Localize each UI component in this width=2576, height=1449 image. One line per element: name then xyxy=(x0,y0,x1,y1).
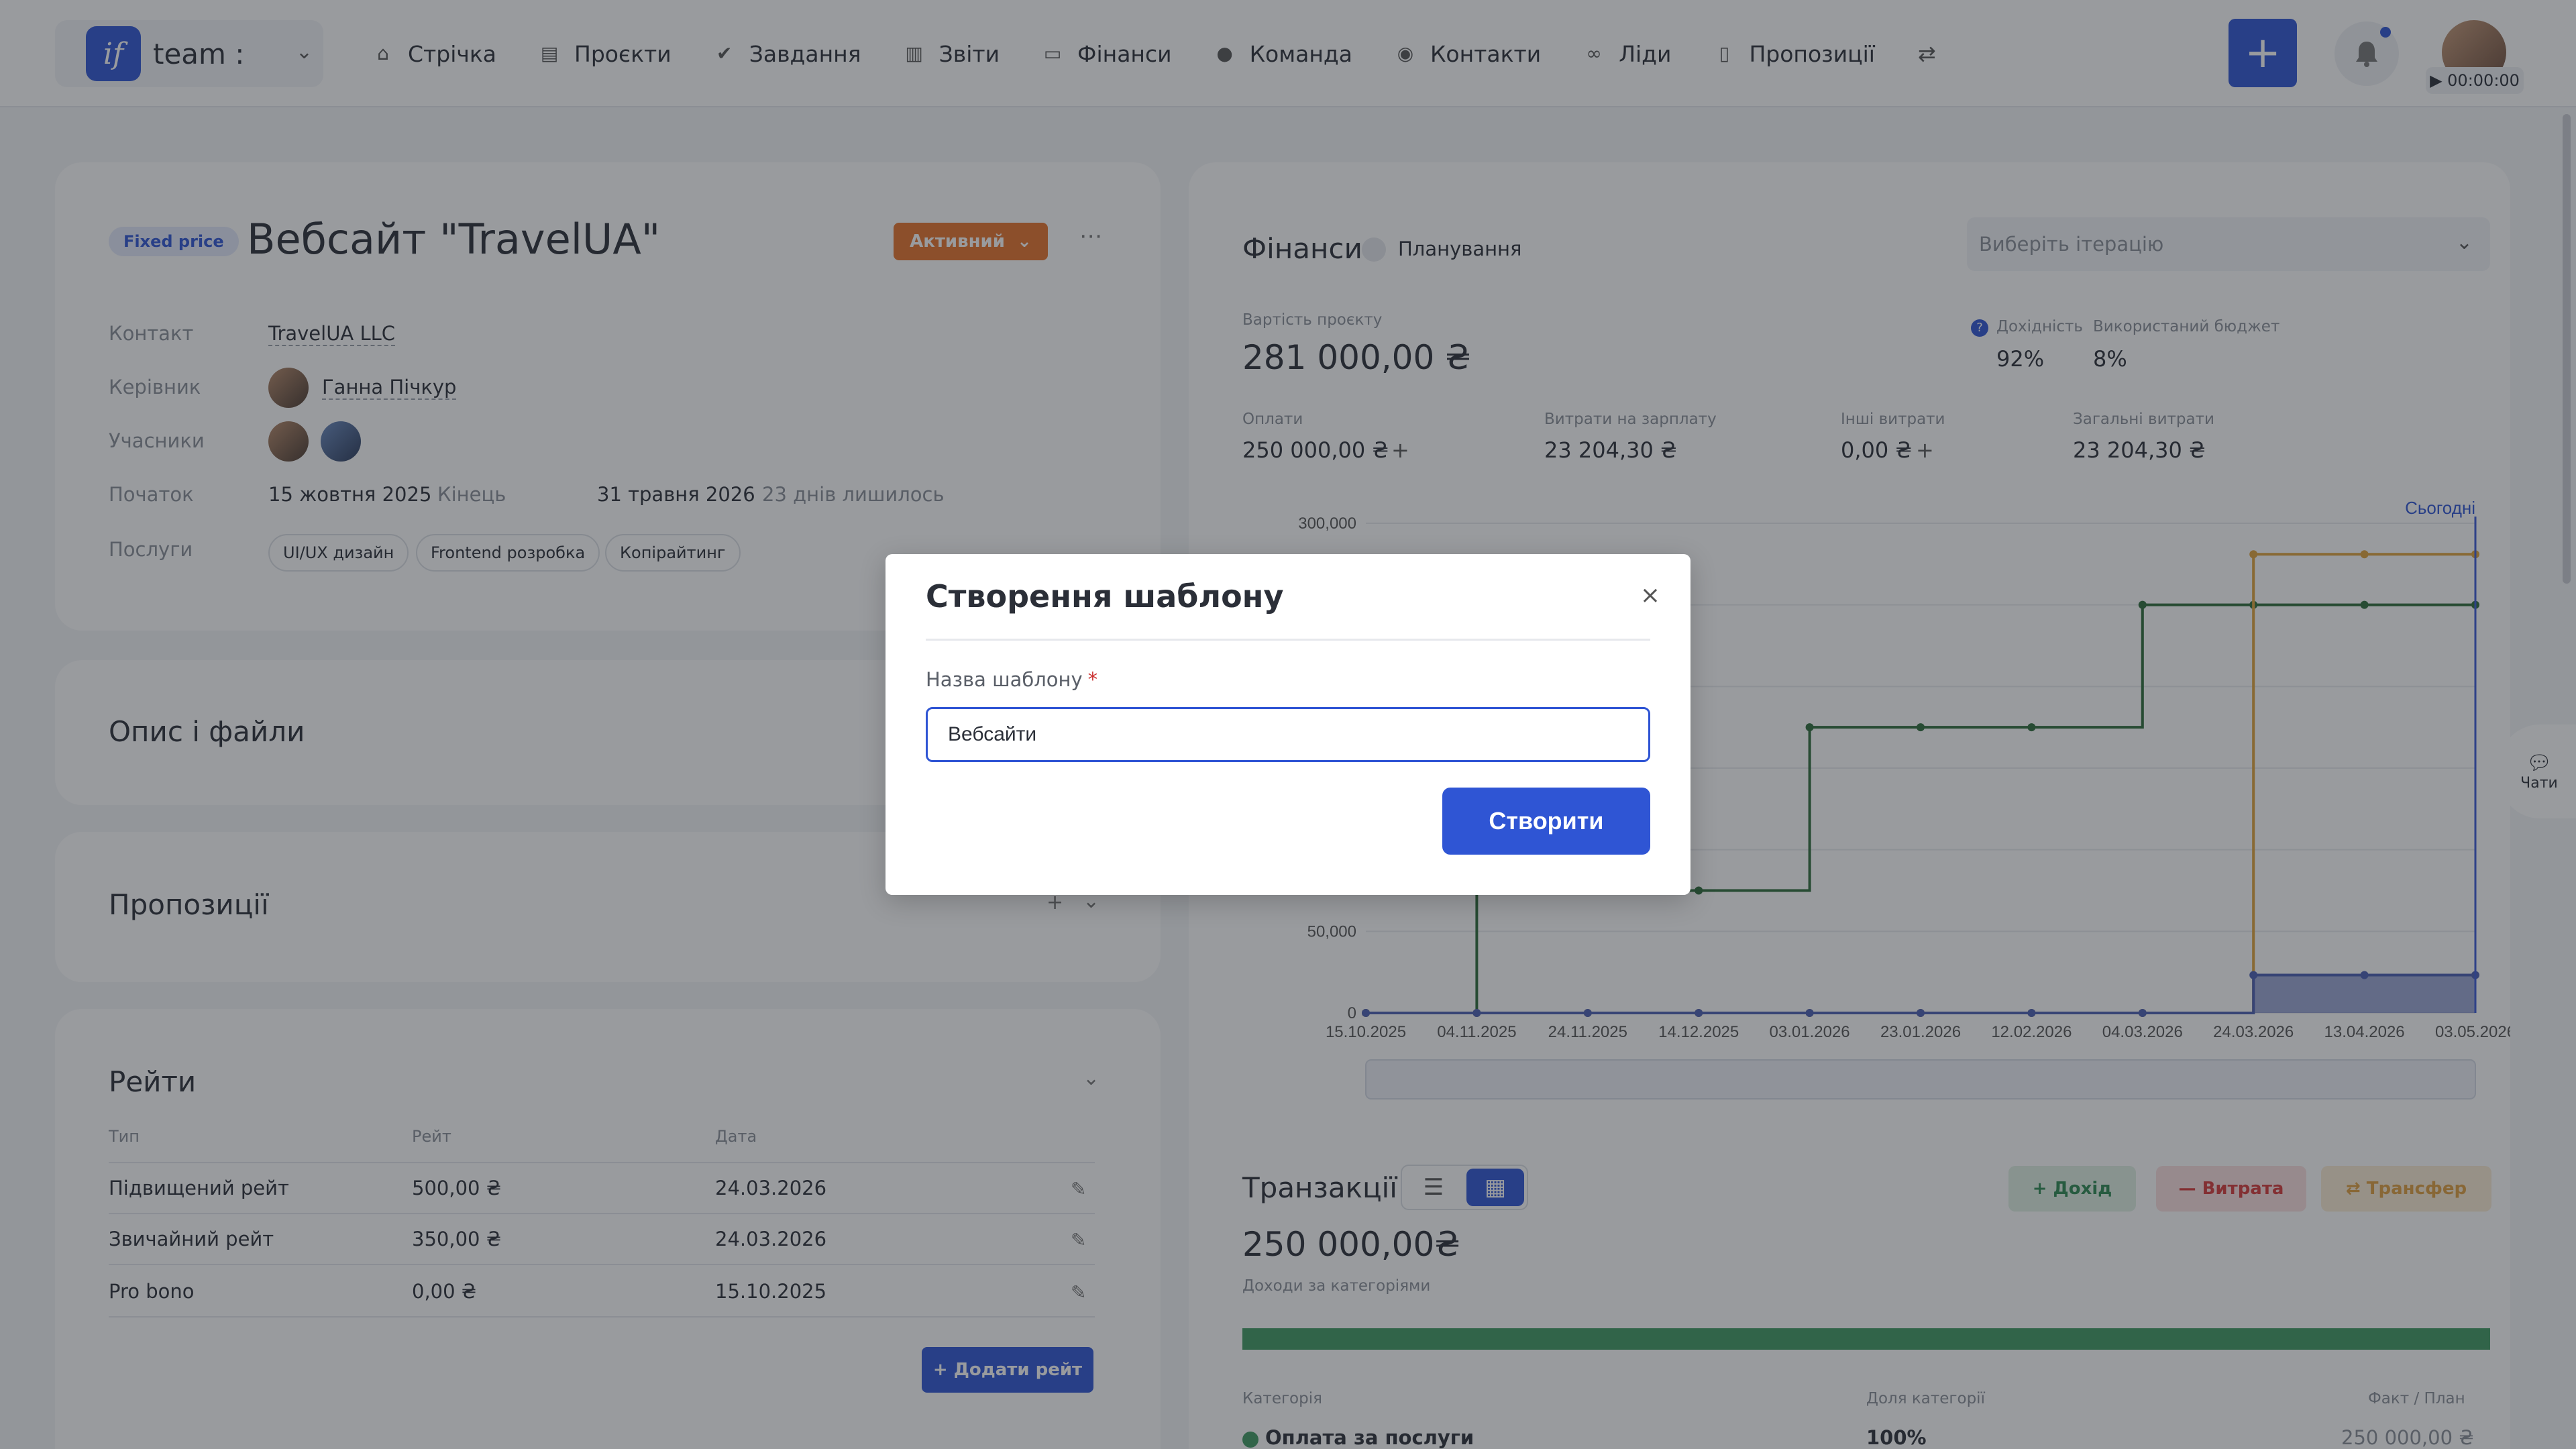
create-button[interactable]: Створити xyxy=(1442,788,1650,855)
create-template-modal: Створення шаблону × Назва шаблону* Створ… xyxy=(885,554,1690,895)
close-icon[interactable]: × xyxy=(1635,581,1665,610)
required-marker: * xyxy=(1087,668,1098,691)
template-name-label: Назва шаблону * xyxy=(926,668,1098,691)
divider xyxy=(926,639,1650,641)
modal-title: Створення шаблону xyxy=(926,578,1284,614)
template-name-input[interactable] xyxy=(926,707,1650,762)
